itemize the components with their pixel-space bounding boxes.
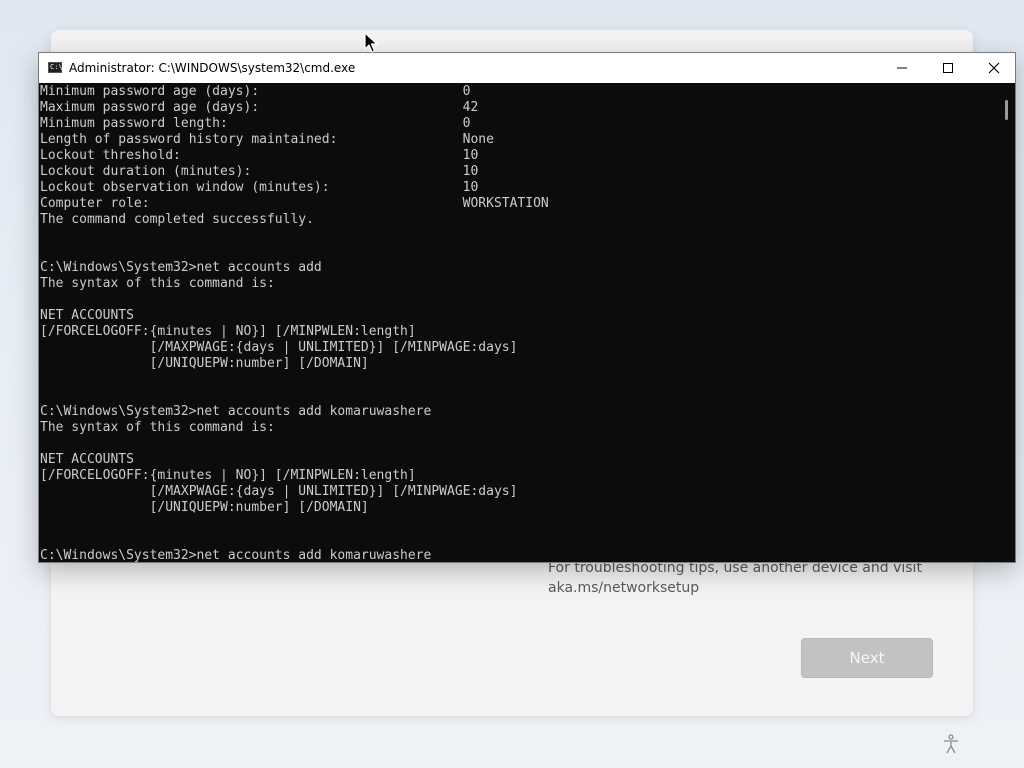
console-line: NET ACCOUNTS: [40, 452, 134, 467]
close-button[interactable]: [971, 53, 1017, 83]
console-line: [/MAXPWAGE:{days | UNLIMITED}] [/MINPWAG…: [40, 484, 518, 499]
cmd-app-icon: C:\: [48, 62, 63, 73]
console-line: Maximum password age (days): 42: [40, 100, 479, 115]
cmd-app-icon-text: C:\: [50, 63, 63, 71]
console-line: [/MAXPWAGE:{days | UNLIMITED}] [/MINPWAG…: [40, 340, 518, 355]
console-line: Lockout observation window (minutes): 10: [40, 180, 479, 195]
console-output[interactable]: Minimum password age (days): 0 Maximum pa…: [39, 84, 999, 562]
accessibility-icon[interactable]: [940, 733, 962, 755]
mouse-pointer-icon: [364, 32, 378, 54]
console-line: [/FORCELOGOFF:{minutes | NO}] [/MINPWLEN…: [40, 468, 416, 483]
close-icon: [988, 62, 1000, 74]
console-line: The command completed successfully.: [40, 212, 314, 227]
window-title: Administrator: C:\WINDOWS\system32\cmd.e…: [69, 61, 356, 75]
console-line: Minimum password age (days): 0: [40, 84, 471, 99]
maximize-icon: [943, 63, 953, 73]
console-line: [/UNIQUEPW:number] [/DOMAIN]: [40, 356, 369, 371]
troubleshooting-help-text: For troubleshooting tips, use another de…: [548, 560, 922, 596]
console-line: Minimum password length: 0: [40, 116, 471, 131]
next-button[interactable]: Next: [801, 638, 933, 678]
console-line: C:\Windows\System32>net accounts add kom…: [40, 548, 432, 562]
console-line: [/UNIQUEPW:number] [/DOMAIN]: [40, 500, 369, 515]
minimize-button[interactable]: [879, 53, 925, 83]
console-line: The syntax of this command is:: [40, 276, 275, 291]
console-text: Minimum password age (days): 0 Maximum pa…: [39, 84, 999, 562]
console-line: Computer role: WORKSTATION: [40, 196, 549, 211]
maximize-button[interactable]: [925, 53, 971, 83]
console-line: Lockout duration (minutes): 10: [40, 164, 479, 179]
cmd-window: C:\ Administrator: C:\WINDOWS\system32\c…: [38, 52, 1016, 563]
vertical-scrollbar[interactable]: [998, 84, 1015, 562]
console-line: C:\Windows\System32>net accounts add kom…: [40, 404, 432, 419]
minimize-icon: [897, 67, 907, 69]
console-line: Lockout threshold: 10: [40, 148, 479, 163]
title-bar[interactable]: C:\ Administrator: C:\WINDOWS\system32\c…: [39, 53, 1015, 83]
console-line: The syntax of this command is:: [40, 420, 275, 435]
console-line: NET ACCOUNTS: [40, 308, 134, 323]
console-line: C:\Windows\System32>net accounts add: [40, 260, 322, 275]
console-line: [/FORCELOGOFF:{minutes | NO}] [/MINPWLEN…: [40, 324, 416, 339]
scrollbar-thumb[interactable]: [1005, 100, 1008, 120]
console-line: Length of password history maintained: N…: [40, 132, 494, 147]
